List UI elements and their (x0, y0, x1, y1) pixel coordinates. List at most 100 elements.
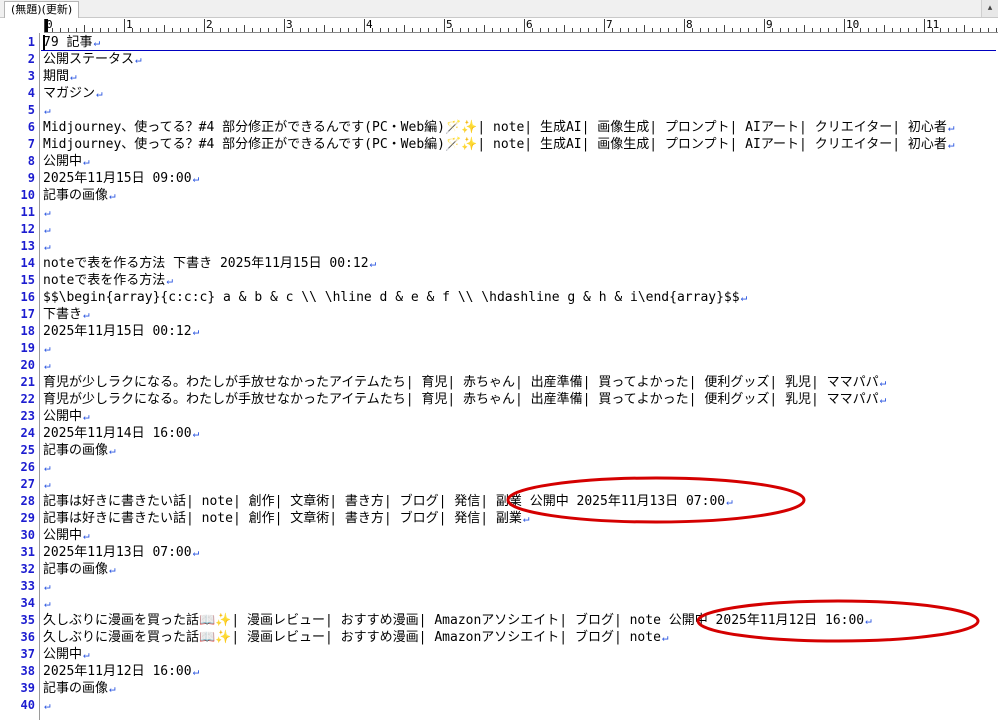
editor-line[interactable]: 2025年11月12日 16:00↵ (43, 663, 199, 680)
editor-line[interactable]: ↵ (43, 357, 51, 374)
line-break-icon: ↵ (96, 87, 103, 100)
editor-line[interactable]: ↵ (43, 221, 51, 238)
ruler-tick (204, 19, 205, 32)
editor-line[interactable]: 育児が少しラクになる。わたしが手放せなかったアイテムたち| 育児| 赤ちゃん| … (43, 391, 886, 408)
editor-line[interactable]: 記事の画像↵ (43, 442, 116, 459)
editor-line[interactable]: ↵ (43, 102, 51, 119)
ruler-tick (420, 28, 421, 32)
editor-line[interactable]: 公開中↵ (43, 408, 90, 425)
editor-line[interactable]: 2025年11月14日 16:00↵ (43, 425, 199, 442)
line-break-icon: ↵ (44, 580, 51, 593)
ruler-tick (908, 28, 909, 32)
editor-line[interactable]: 2025年11月15日 09:00↵ (43, 170, 199, 187)
editor-line[interactable]: ↵ (43, 578, 51, 595)
ruler-tick (364, 19, 365, 32)
editor-line[interactable]: 記事の画像↵ (43, 680, 116, 697)
line-break-icon: ↵ (83, 410, 90, 423)
ruler-tick (340, 28, 341, 32)
ruler-tick (956, 28, 957, 32)
line-number: 16 (20, 290, 35, 304)
ruler-tick (788, 28, 789, 32)
editor-line[interactable]: 2025年11月13日 07:00↵ (43, 544, 199, 561)
editor-line[interactable]: 79 記事↵ (41, 34, 996, 51)
editor-line[interactable]: ↵ (43, 697, 51, 714)
ruler-tick (276, 28, 277, 32)
ruler-tick (540, 28, 541, 32)
editor-line[interactable]: 記事は好きに書きたい話| note| 創作| 文章術| 書き方| ブログ| 発信… (43, 510, 530, 527)
editor-line[interactable]: noteで表を作る方法 下書き 2025年11月15日 00:12↵ (43, 255, 376, 272)
line-break-icon: ↵ (93, 36, 101, 49)
ruler-tick (628, 28, 629, 32)
ruler-tick (548, 28, 549, 32)
editor-line[interactable]: ↵ (43, 459, 51, 476)
editor-line[interactable]: 久しぶりに漫画を買った話📖✨| 漫画レビュー| おすすめ漫画| Amazonアソ… (43, 612, 872, 629)
ruler-tick (356, 28, 357, 32)
editor-line[interactable]: Midjourney、使ってる？#4 部分修正ができるんです(PC・Web編)🪄… (43, 119, 954, 136)
line-number: 9 (27, 171, 35, 185)
ruler-tick (68, 28, 69, 32)
line-number: 26 (20, 460, 35, 474)
ruler-tick (828, 28, 829, 32)
ruler-tick (436, 28, 437, 32)
line-number: 30 (20, 528, 35, 542)
line-number: 20 (20, 358, 35, 372)
editor-line[interactable]: 下書き↵ (43, 306, 90, 323)
ruler-tick (676, 28, 677, 32)
editor-line[interactable]: 公開中↵ (43, 153, 90, 170)
line-text: noteで表を作る方法 (43, 273, 166, 288)
tab-bar: (無題)(更新) ▴ (0, 0, 998, 18)
editor-line[interactable]: ↵ (43, 340, 51, 357)
line-break-icon: ↵ (166, 274, 173, 287)
ruler-tick (980, 28, 981, 32)
editor-line[interactable]: ↵ (43, 204, 51, 221)
ruler-tick (796, 28, 797, 32)
text-editor-area[interactable]: 79 記事↵ 公開ステータス↵ 期間↵ マガジン↵ ↵ Midjourney、使ってる？#… (41, 33, 998, 720)
editor-line[interactable]: Midjourney、使ってる？#4 部分修正ができるんです(PC・Web編)🪄… (43, 136, 954, 153)
line-number: 38 (20, 664, 35, 678)
line-number: 10 (20, 188, 35, 202)
line-number: 22 (20, 392, 35, 406)
editor-line[interactable]: 公開ステータス↵ (43, 51, 142, 68)
editor-line[interactable]: 記事の画像↵ (43, 187, 116, 204)
editor-line[interactable]: noteで表を作る方法↵ (43, 272, 173, 289)
editor-line[interactable]: 期間↵ (43, 68, 77, 85)
line-text: 公開中 (43, 409, 83, 424)
ruler-tick (644, 25, 645, 32)
editor-line[interactable]: 公開中↵ (43, 646, 90, 663)
editor-line[interactable]: ↵ (43, 238, 51, 255)
editor-line[interactable]: $$\begin{array}{c:c:c} a & b & c \\ \hli… (43, 289, 747, 306)
line-text: 2025年11月12日 16:00 (43, 664, 192, 679)
editor-line[interactable]: 記事の画像↵ (43, 561, 116, 578)
text-cursor (43, 35, 45, 50)
editor-line[interactable]: 公開中↵ (43, 527, 90, 544)
ruler-tick (724, 25, 725, 32)
ruler-tick (868, 28, 869, 32)
editor-line[interactable]: 育児が少しラクになる。わたしが手放せなかったアイテムたち| 育児| 赤ちゃん| … (43, 374, 886, 391)
editor-line[interactable]: 久しぶりに漫画を買った話📖✨| 漫画レビュー| おすすめ漫画| Amazonアソ… (43, 629, 669, 646)
line-number: 14 (20, 256, 35, 270)
line-number: 24 (20, 426, 35, 440)
ruler-tick (668, 28, 669, 32)
editor-line[interactable]: ↵ (43, 476, 51, 493)
line-break-icon: ↵ (44, 223, 51, 236)
ruler-tick (220, 28, 221, 32)
ruler-tick (804, 25, 805, 32)
editor-line[interactable]: 2025年11月15日 00:12↵ (43, 323, 199, 340)
ruler-tick (924, 19, 925, 32)
document-tab[interactable]: (無題)(更新) (4, 1, 80, 18)
line-number: 13 (20, 239, 35, 253)
line-break-icon: ↵ (83, 529, 90, 542)
line-number: 32 (20, 562, 35, 576)
line-text: 2025年11月14日 16:00 (43, 426, 192, 441)
line-text: 2025年11月13日 07:00 (43, 545, 192, 560)
line-number: 2 (27, 52, 35, 66)
line-break-icon: ↵ (44, 206, 51, 219)
editor-line[interactable]: マガジン↵ (43, 85, 103, 102)
line-text: $$\begin{array}{c:c:c} a & b & c \\ \hli… (43, 290, 740, 305)
line-break-icon: ↵ (740, 291, 748, 304)
editor-line[interactable]: 記事は好きに書きたい話| note| 創作| 文章術| 書き方| ブログ| 発信… (43, 493, 733, 510)
ruler-tick (316, 28, 317, 32)
tab-scroll-arrow-icon[interactable]: ▴ (981, 0, 998, 17)
editor-line[interactable]: ↵ (43, 595, 51, 612)
line-break-icon: ↵ (44, 104, 51, 117)
